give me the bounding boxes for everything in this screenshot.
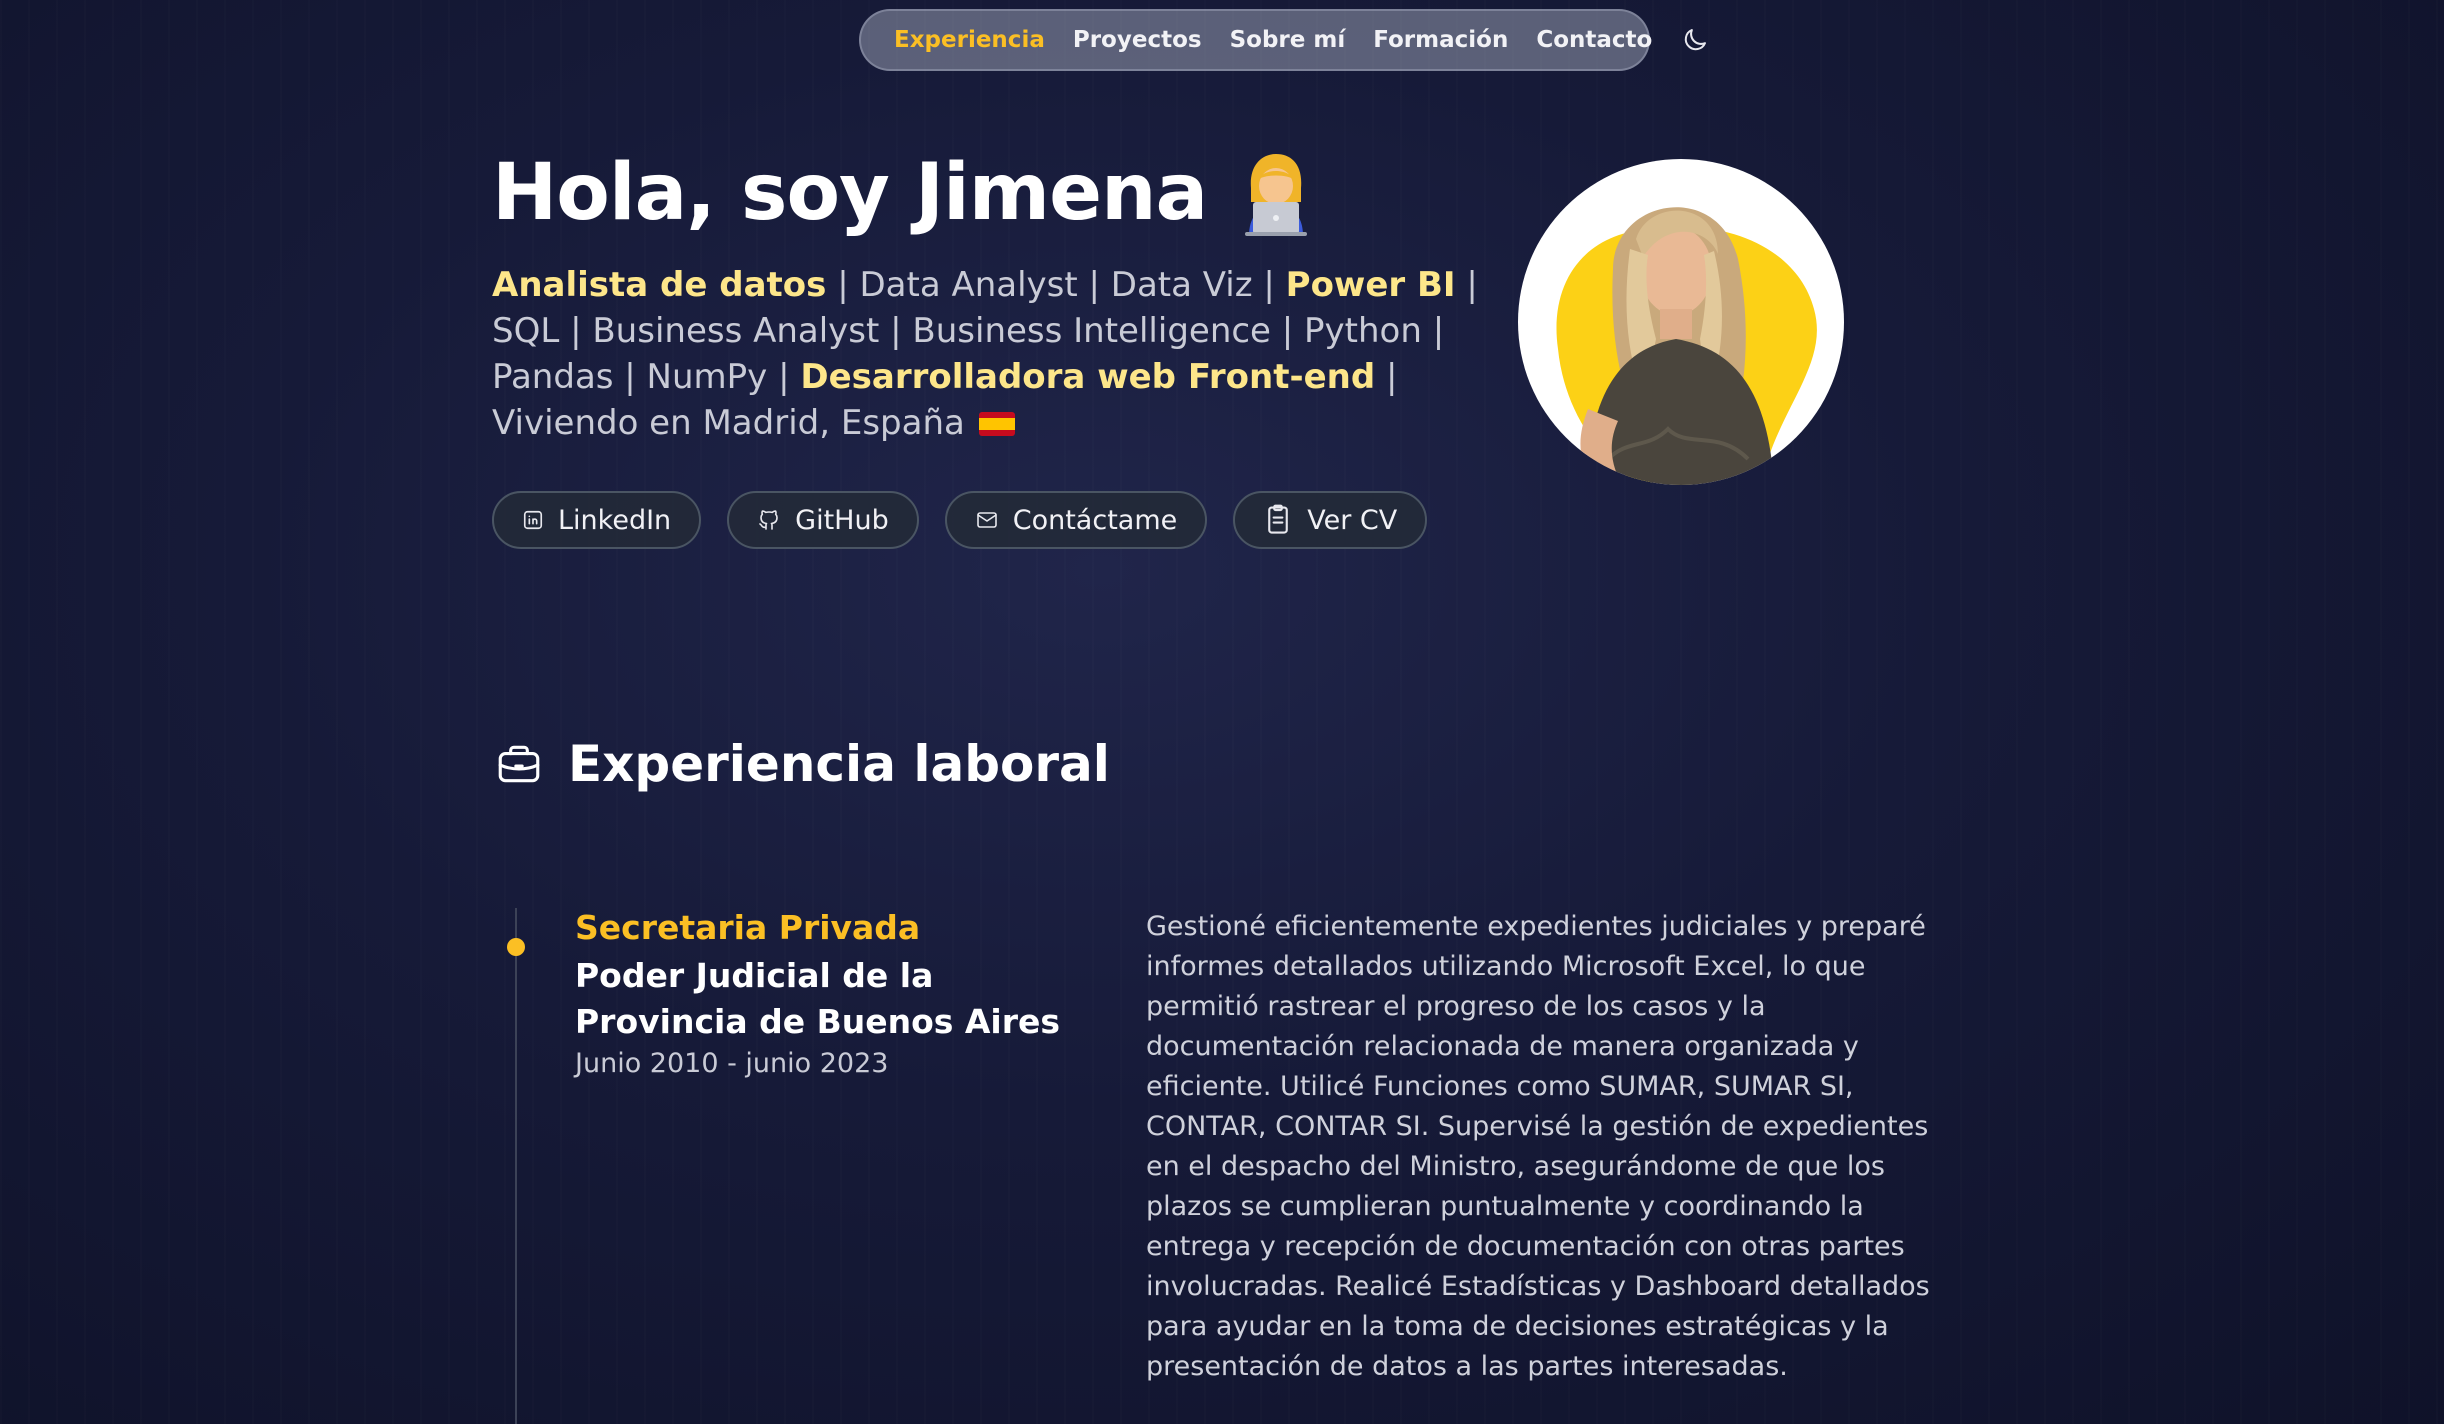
job-dates: Junio 2010 - junio 2023 xyxy=(575,1048,889,1079)
highlight-powerbi: Power BI xyxy=(1285,265,1456,305)
nav-item-contacto[interactable]: Contacto xyxy=(1536,27,1652,53)
section-title-experience: Experiencia laboral xyxy=(494,735,1110,793)
job-description: Gestioné eficientemente expedientes judi… xyxy=(1146,911,1930,1382)
clipboard-icon xyxy=(1268,504,1289,534)
linkedin-label: LinkedIn xyxy=(558,504,672,536)
github-button[interactable]: GitHub xyxy=(727,491,919,549)
profile-photo xyxy=(1518,159,1844,485)
briefcase-icon xyxy=(498,745,540,783)
social-buttons: LinkedIn GitHub Contáctame Ver CV xyxy=(492,491,1428,549)
nav-item-sobre-mi[interactable]: Sobre mí xyxy=(1230,27,1346,53)
spain-flag-icon xyxy=(978,412,1015,436)
job-company: Poder Judicial de la Provincia de Buenos… xyxy=(575,956,1061,1041)
view-cv-button[interactable]: Ver CV xyxy=(1233,491,1428,549)
nav-item-experiencia[interactable]: Experiencia xyxy=(894,27,1045,53)
hero-title: Hola, soy Jimena xyxy=(492,148,1311,238)
nav-item-formacion[interactable]: Formación xyxy=(1373,27,1508,53)
moon-icon[interactable] xyxy=(1680,25,1710,55)
view-cv-label: Ver CV xyxy=(1307,504,1398,536)
job-role: Secretaria Privada xyxy=(575,908,921,947)
contact-button[interactable]: Contáctame xyxy=(944,491,1208,549)
nav-item-proyectos[interactable]: Proyectos xyxy=(1073,27,1202,53)
subtitle-text-1: | Data Analyst | Data Viz | xyxy=(826,265,1286,305)
top-nav: Experiencia Proyectos Sobre mí Formación… xyxy=(859,9,1707,71)
linkedin-button[interactable]: LinkedIn xyxy=(492,491,702,549)
highlight-analista: Analista de datos xyxy=(492,265,827,305)
timeline-line xyxy=(515,908,517,1424)
hero-subtitle: Analista de datos | Data Analyst | Data … xyxy=(492,262,1492,446)
contact-label: Contáctame xyxy=(1012,504,1178,536)
mail-icon xyxy=(976,512,997,528)
github-icon xyxy=(759,510,778,530)
github-label: GitHub xyxy=(795,504,889,536)
timeline-dot xyxy=(507,938,525,956)
woman-technologist-emoji xyxy=(1241,150,1311,236)
linkedin-icon xyxy=(523,510,543,530)
section-title-text: Experiencia laboral xyxy=(568,735,1110,793)
highlight-frontend: Desarrolladora web Front-end xyxy=(800,357,1376,397)
hero-title-text: Hola, soy Jimena xyxy=(492,148,1208,238)
